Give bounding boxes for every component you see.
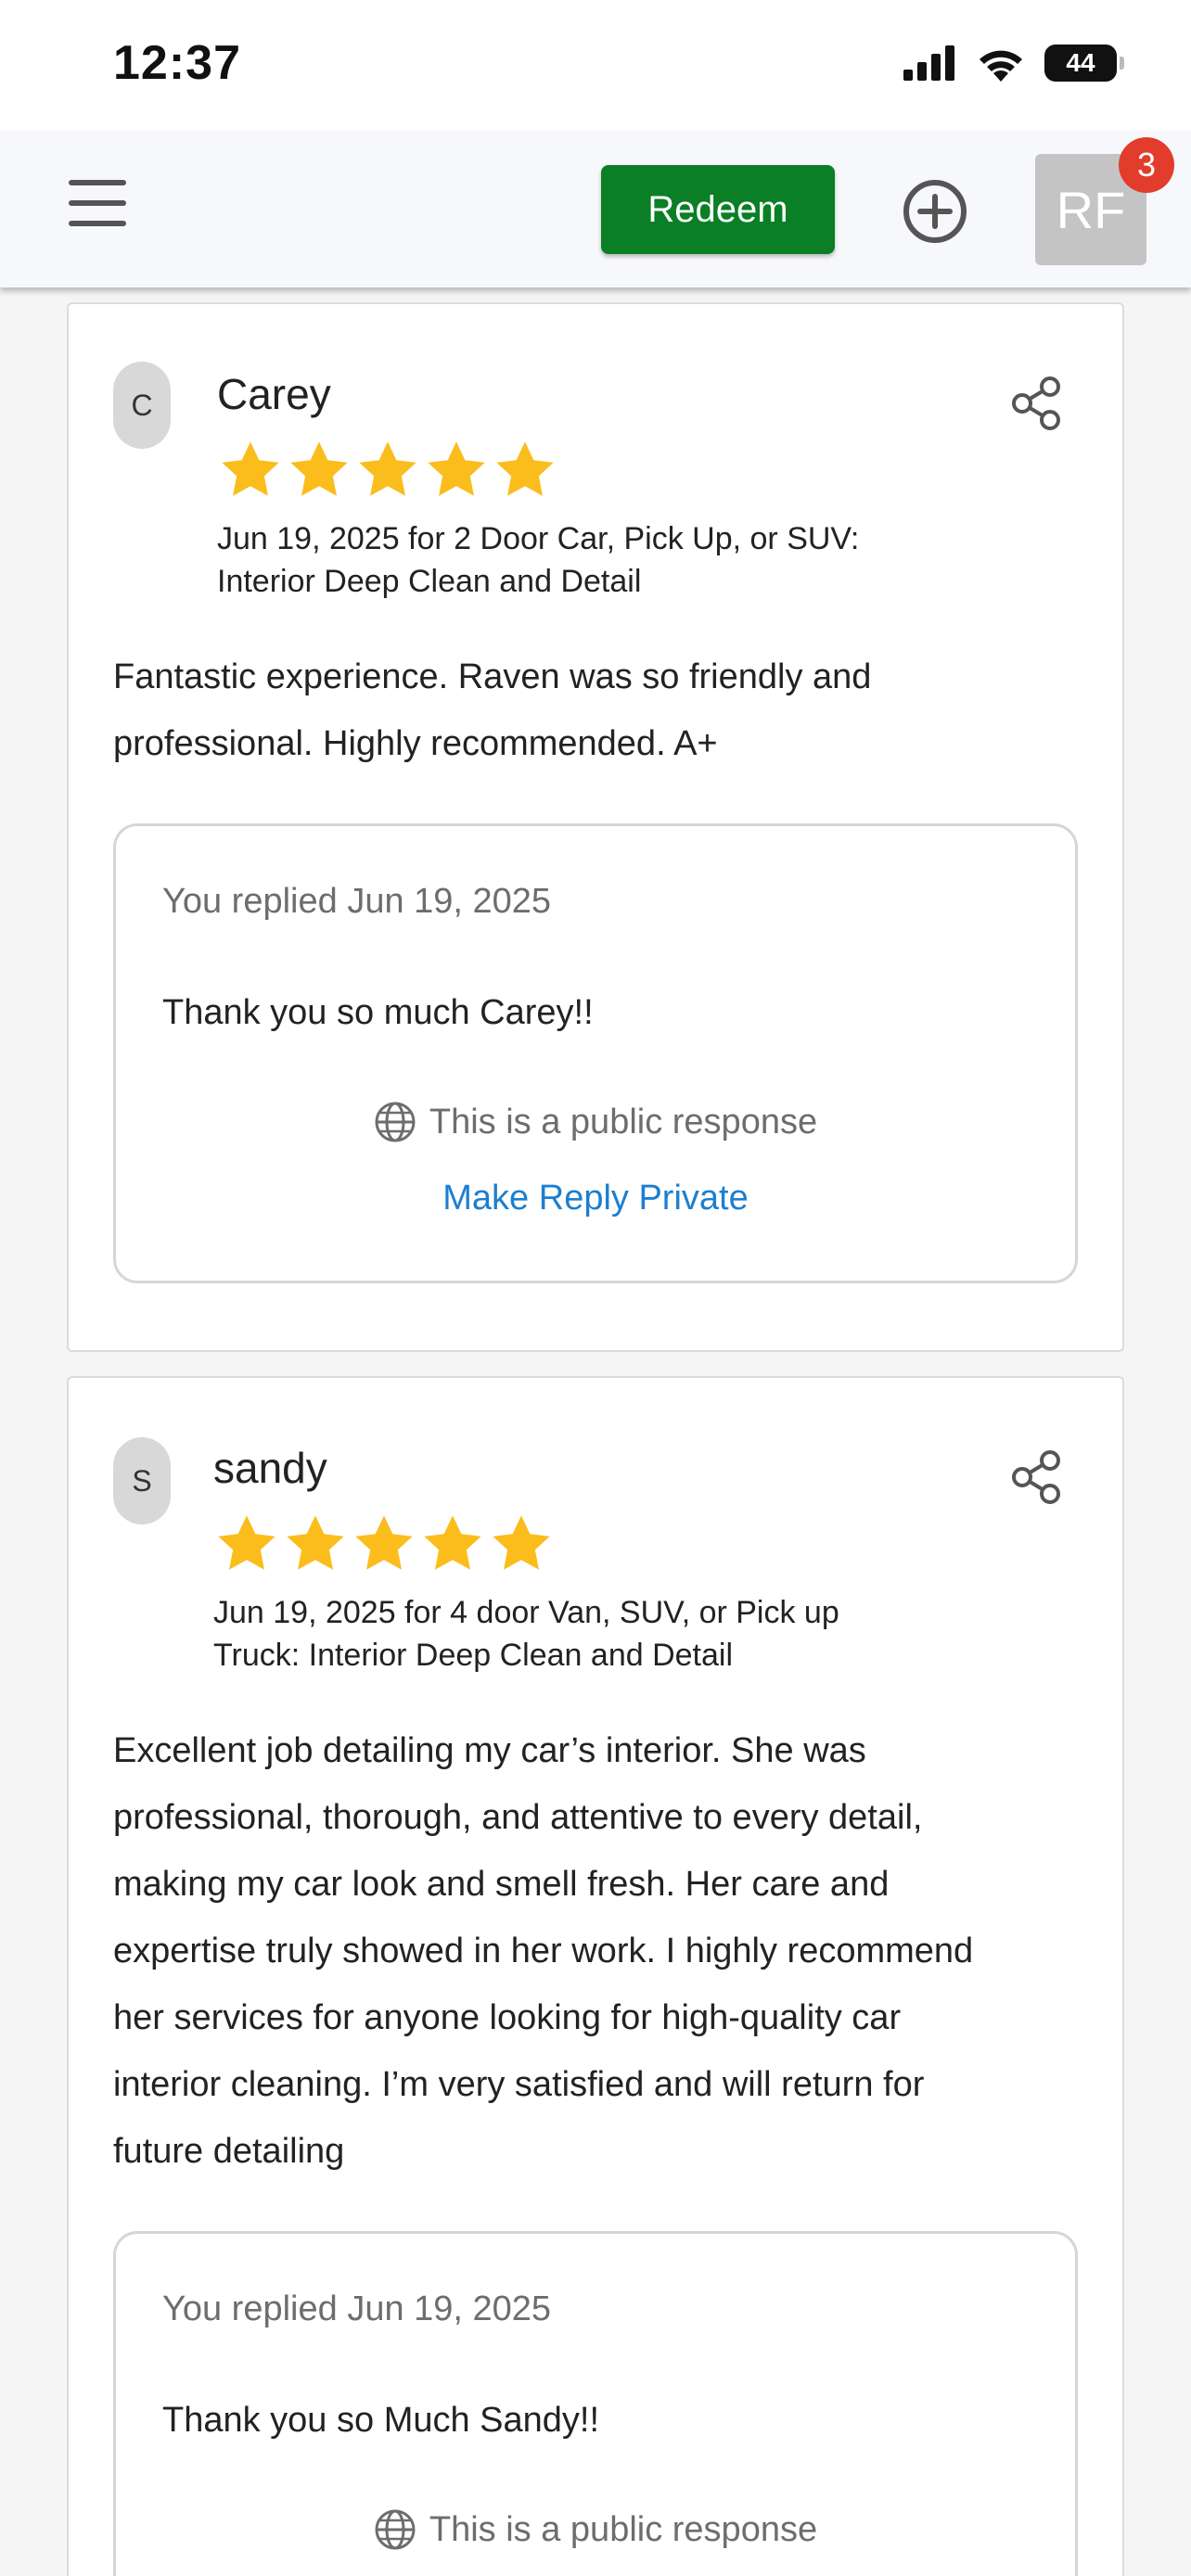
review-meta-line: Interior Deep Clean and Detail xyxy=(217,564,642,599)
star-icon xyxy=(290,441,348,496)
reply-text: Thank you so much Carey!! xyxy=(162,993,594,1032)
review-meta-line: Truck: Interior Deep Clean and Detail xyxy=(213,1638,734,1673)
review-meta-line: Jun 19, 2025 for 2 Door Car, Pick Up, or… xyxy=(217,521,860,556)
reviewer-name: Carey xyxy=(217,370,331,418)
globe-icon xyxy=(375,1102,416,1142)
public-response-notice: This is a public response xyxy=(116,2508,1075,2551)
review-text-line: future detailing xyxy=(113,2132,345,2171)
reviewer-name: sandy xyxy=(213,1444,327,1492)
review-meta-line: Jun 19, 2025 for 4 door Van, SUV, or Pic… xyxy=(213,1595,839,1630)
review-text-line: her services for anyone looking for high… xyxy=(113,1998,902,2037)
status-icons: 44 xyxy=(903,45,1124,82)
notification-badge: 3 xyxy=(1119,137,1174,193)
hamburger-menu-icon[interactable] xyxy=(69,180,126,232)
review-meta: Jun 19, 2025 for 2 Door Car, Pick Up, or… xyxy=(217,517,1015,603)
reviewer-initial-avatar: C xyxy=(113,362,171,449)
share-icon[interactable] xyxy=(1005,1447,1067,1508)
public-response-label: This is a public response xyxy=(429,1102,818,1141)
reply-text: Thank you so Much Sandy!! xyxy=(162,2401,600,2440)
cellular-signal-icon xyxy=(903,45,954,81)
review-text-line: Excellent job detailing my car’s interio… xyxy=(113,1731,866,1770)
add-circle-icon[interactable] xyxy=(902,178,968,245)
star-icon xyxy=(424,1515,481,1570)
star-icon xyxy=(496,441,554,496)
reply-box: You replied Jun 19, 2025 Thank you so mu… xyxy=(113,823,1078,1283)
reply-date: You replied Jun 19, 2025 xyxy=(162,882,552,921)
review-text-line: Fantastic experience. Raven was so frien… xyxy=(113,657,872,696)
star-icon xyxy=(355,1515,413,1570)
avatar-initials: RF xyxy=(1056,180,1126,239)
review-card: C Carey Jun 19, 2025 for 2 Door Car, Pic… xyxy=(67,302,1124,1352)
reviewer-initial-avatar: S xyxy=(113,1437,171,1524)
status-bar: 12:37 44 xyxy=(0,0,1191,132)
review-meta: Jun 19, 2025 for 4 door Van, SUV, or Pic… xyxy=(213,1591,1011,1677)
reply-box: You replied Jun 19, 2025 Thank you so Mu… xyxy=(113,2231,1078,2576)
star-icon xyxy=(222,441,279,496)
app-header: Redeem RF 3 xyxy=(0,132,1191,287)
make-reply-private-link[interactable]: Make Reply Private xyxy=(116,1179,1075,1218)
public-response-label: This is a public response xyxy=(429,2509,818,2549)
review-text-line: making my car look and smell fresh. Her … xyxy=(113,1865,890,1904)
star-icon xyxy=(428,441,485,496)
reply-date: You replied Jun 19, 2025 xyxy=(162,2289,552,2328)
review-text-line: expertise truly showed in her work. I hi… xyxy=(113,1932,974,1970)
review-text-line: professional, thorough, and attentive to… xyxy=(113,1798,923,1837)
globe-icon xyxy=(375,2509,416,2550)
star-icon xyxy=(493,1515,550,1570)
star-rating xyxy=(213,1511,555,1576)
status-time: 12:37 xyxy=(113,36,241,90)
star-icon xyxy=(287,1515,344,1570)
review-text: Excellent job detailing my car’s interio… xyxy=(113,1717,1078,2185)
review-text-line: professional. Highly recommended. A+ xyxy=(113,724,718,763)
redeem-button[interactable]: Redeem xyxy=(601,165,835,254)
battery-level: 44 xyxy=(1066,48,1095,77)
star-icon xyxy=(359,441,416,496)
star-rating xyxy=(217,438,558,503)
star-icon xyxy=(218,1515,275,1570)
share-icon[interactable] xyxy=(1005,373,1067,434)
public-response-notice: This is a public response xyxy=(116,1101,1075,1143)
review-card: S sandy Jun 19, 2025 for 4 door Van, SUV… xyxy=(67,1376,1124,2576)
wifi-icon xyxy=(980,50,1022,82)
review-text: Fantastic experience. Raven was so frien… xyxy=(113,644,1078,777)
battery-icon: 44 xyxy=(1044,45,1124,82)
review-text-line: interior cleaning. I’m very satisfied an… xyxy=(113,2065,925,2104)
